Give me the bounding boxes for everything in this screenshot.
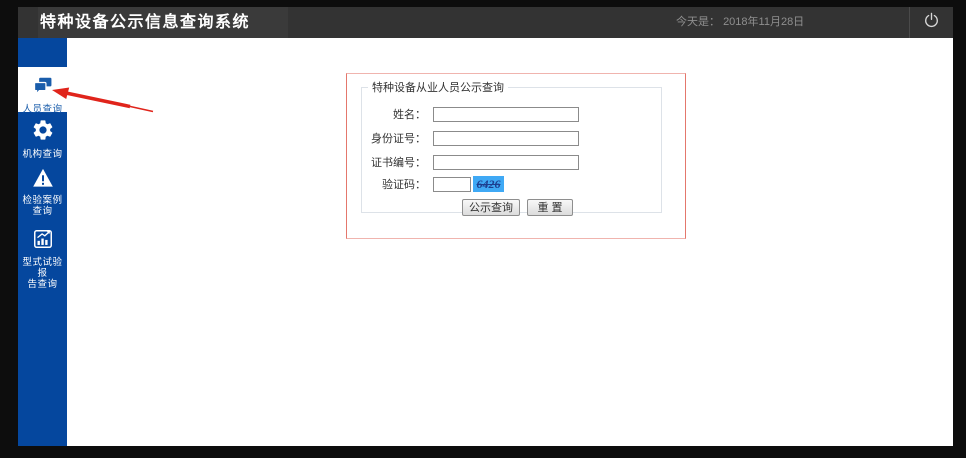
sidebar-item-label-line1: 检验案例 xyxy=(22,195,63,206)
gear-icon xyxy=(18,118,67,147)
query-button[interactable]: 公示查询 xyxy=(462,199,520,216)
id-number-label: 身份证号： xyxy=(371,133,426,145)
sidebar-item-label: 机构查询 xyxy=(22,149,63,160)
main-content: 特种设备从业人员公示查询 姓名： 身份证号： 证书编号： 验证码： 6426 公… xyxy=(67,38,953,446)
warning-icon xyxy=(18,168,67,193)
certificate-number-input[interactable] xyxy=(433,154,579,170)
captcha-input[interactable] xyxy=(433,176,471,192)
certificate-number-label: 证书编号： xyxy=(371,157,426,169)
name-input[interactable] xyxy=(433,106,579,122)
captcha-label: 验证码： xyxy=(382,179,426,191)
date-value: 2018年11月28日 xyxy=(723,16,805,28)
date-label: 今天是： xyxy=(676,16,720,28)
personnel-query-fieldset: 特种设备从业人员公示查询 姓名： 身份证号： 证书编号： 验证码： 6426 公… xyxy=(361,79,662,216)
form-buttons: 公示查询 重 置 xyxy=(462,199,573,216)
sidebar-item-type-test-report-query[interactable]: 型式试验报 告查询 xyxy=(18,222,67,290)
app-window: 特种设备公示信息查询系统 今天是： 2018年11月28日 人员查询 机构查询 … xyxy=(0,0,966,458)
sidebar-item-label-line1: 型式试验报 xyxy=(22,257,63,279)
query-form-panel: 特种设备从业人员公示查询 姓名： 身份证号： 证书编号： 验证码： 6426 公… xyxy=(346,73,686,239)
captcha-image[interactable]: 6426 xyxy=(473,176,504,192)
id-number-input[interactable] xyxy=(433,130,579,146)
page-title: 特种设备公示信息查询系统 xyxy=(40,14,251,31)
sidebar-item-personnel-query[interactable]: 人员查询 xyxy=(18,67,67,115)
name-label: 姓名： xyxy=(393,109,426,121)
chart-icon xyxy=(18,228,67,255)
logout-button[interactable] xyxy=(909,7,953,38)
current-date: 今天是： 2018年11月28日 xyxy=(676,7,804,38)
reset-button[interactable]: 重 置 xyxy=(527,199,573,216)
certificate-number-row: 证书编号： xyxy=(362,153,579,171)
power-icon xyxy=(922,11,941,35)
sidebar-item-organization-query[interactable]: 机构查询 xyxy=(18,112,67,162)
sidebar-item-label-line2: 告查询 xyxy=(27,279,58,290)
form-legend: 特种设备从业人员公示查询 xyxy=(372,82,504,94)
sidebar-item-inspection-case-query[interactable]: 检验案例 查询 xyxy=(18,162,67,217)
sidebar-item-label-line2: 查询 xyxy=(32,206,53,217)
comments-icon xyxy=(18,75,67,102)
id-number-row: 身份证号： xyxy=(362,129,579,147)
header-bar: 特种设备公示信息查询系统 今天是： 2018年11月28日 xyxy=(18,7,953,38)
captcha-row: 验证码： 6426 xyxy=(362,175,504,193)
sidebar: 人员查询 机构查询 检验案例 查询 型式试验报 告查询 xyxy=(18,38,67,446)
name-row: 姓名： xyxy=(362,105,579,123)
